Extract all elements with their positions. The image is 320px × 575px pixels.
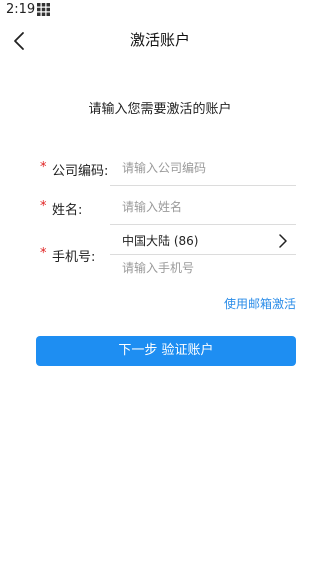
- required-mark: *: [40, 199, 47, 214]
- app-grid-icon: [37, 3, 50, 16]
- email-activate-link[interactable]: 使用邮箱激活: [224, 296, 296, 312]
- divider: [110, 224, 296, 225]
- chevron-right-icon: [279, 234, 287, 248]
- phone-label: 手机号:: [52, 250, 96, 265]
- company-code-row: * 公司编码:: [38, 158, 296, 188]
- instruction-text: 请输入您需要激活的账户: [88, 102, 232, 117]
- company-code-label: 公司编码:: [52, 164, 109, 179]
- required-mark: *: [40, 246, 47, 261]
- chevron-left-icon: [14, 32, 24, 50]
- phone-input[interactable]: [122, 258, 296, 278]
- company-code-input[interactable]: [122, 158, 296, 178]
- country-code-select[interactable]: 中国大陆 (86): [122, 230, 296, 252]
- divider: [110, 254, 296, 255]
- name-input[interactable]: [122, 197, 296, 217]
- required-mark: *: [40, 160, 47, 175]
- name-label: 姓名:: [52, 203, 83, 218]
- phone-row: * 手机号: 中国大陆 (86): [38, 230, 296, 286]
- back-button[interactable]: [6, 27, 34, 55]
- country-code-value: 中国大陆 (86): [122, 234, 199, 248]
- name-row: * 姓名:: [38, 197, 296, 227]
- status-time: 2:19: [6, 2, 36, 17]
- next-verify-button[interactable]: 下一步 验证账户: [36, 336, 296, 366]
- page-title: 激活账户: [129, 31, 190, 49]
- divider: [110, 185, 296, 186]
- nav-bar: 激活账户: [0, 20, 320, 62]
- status-bar: 2:19: [0, 0, 320, 20]
